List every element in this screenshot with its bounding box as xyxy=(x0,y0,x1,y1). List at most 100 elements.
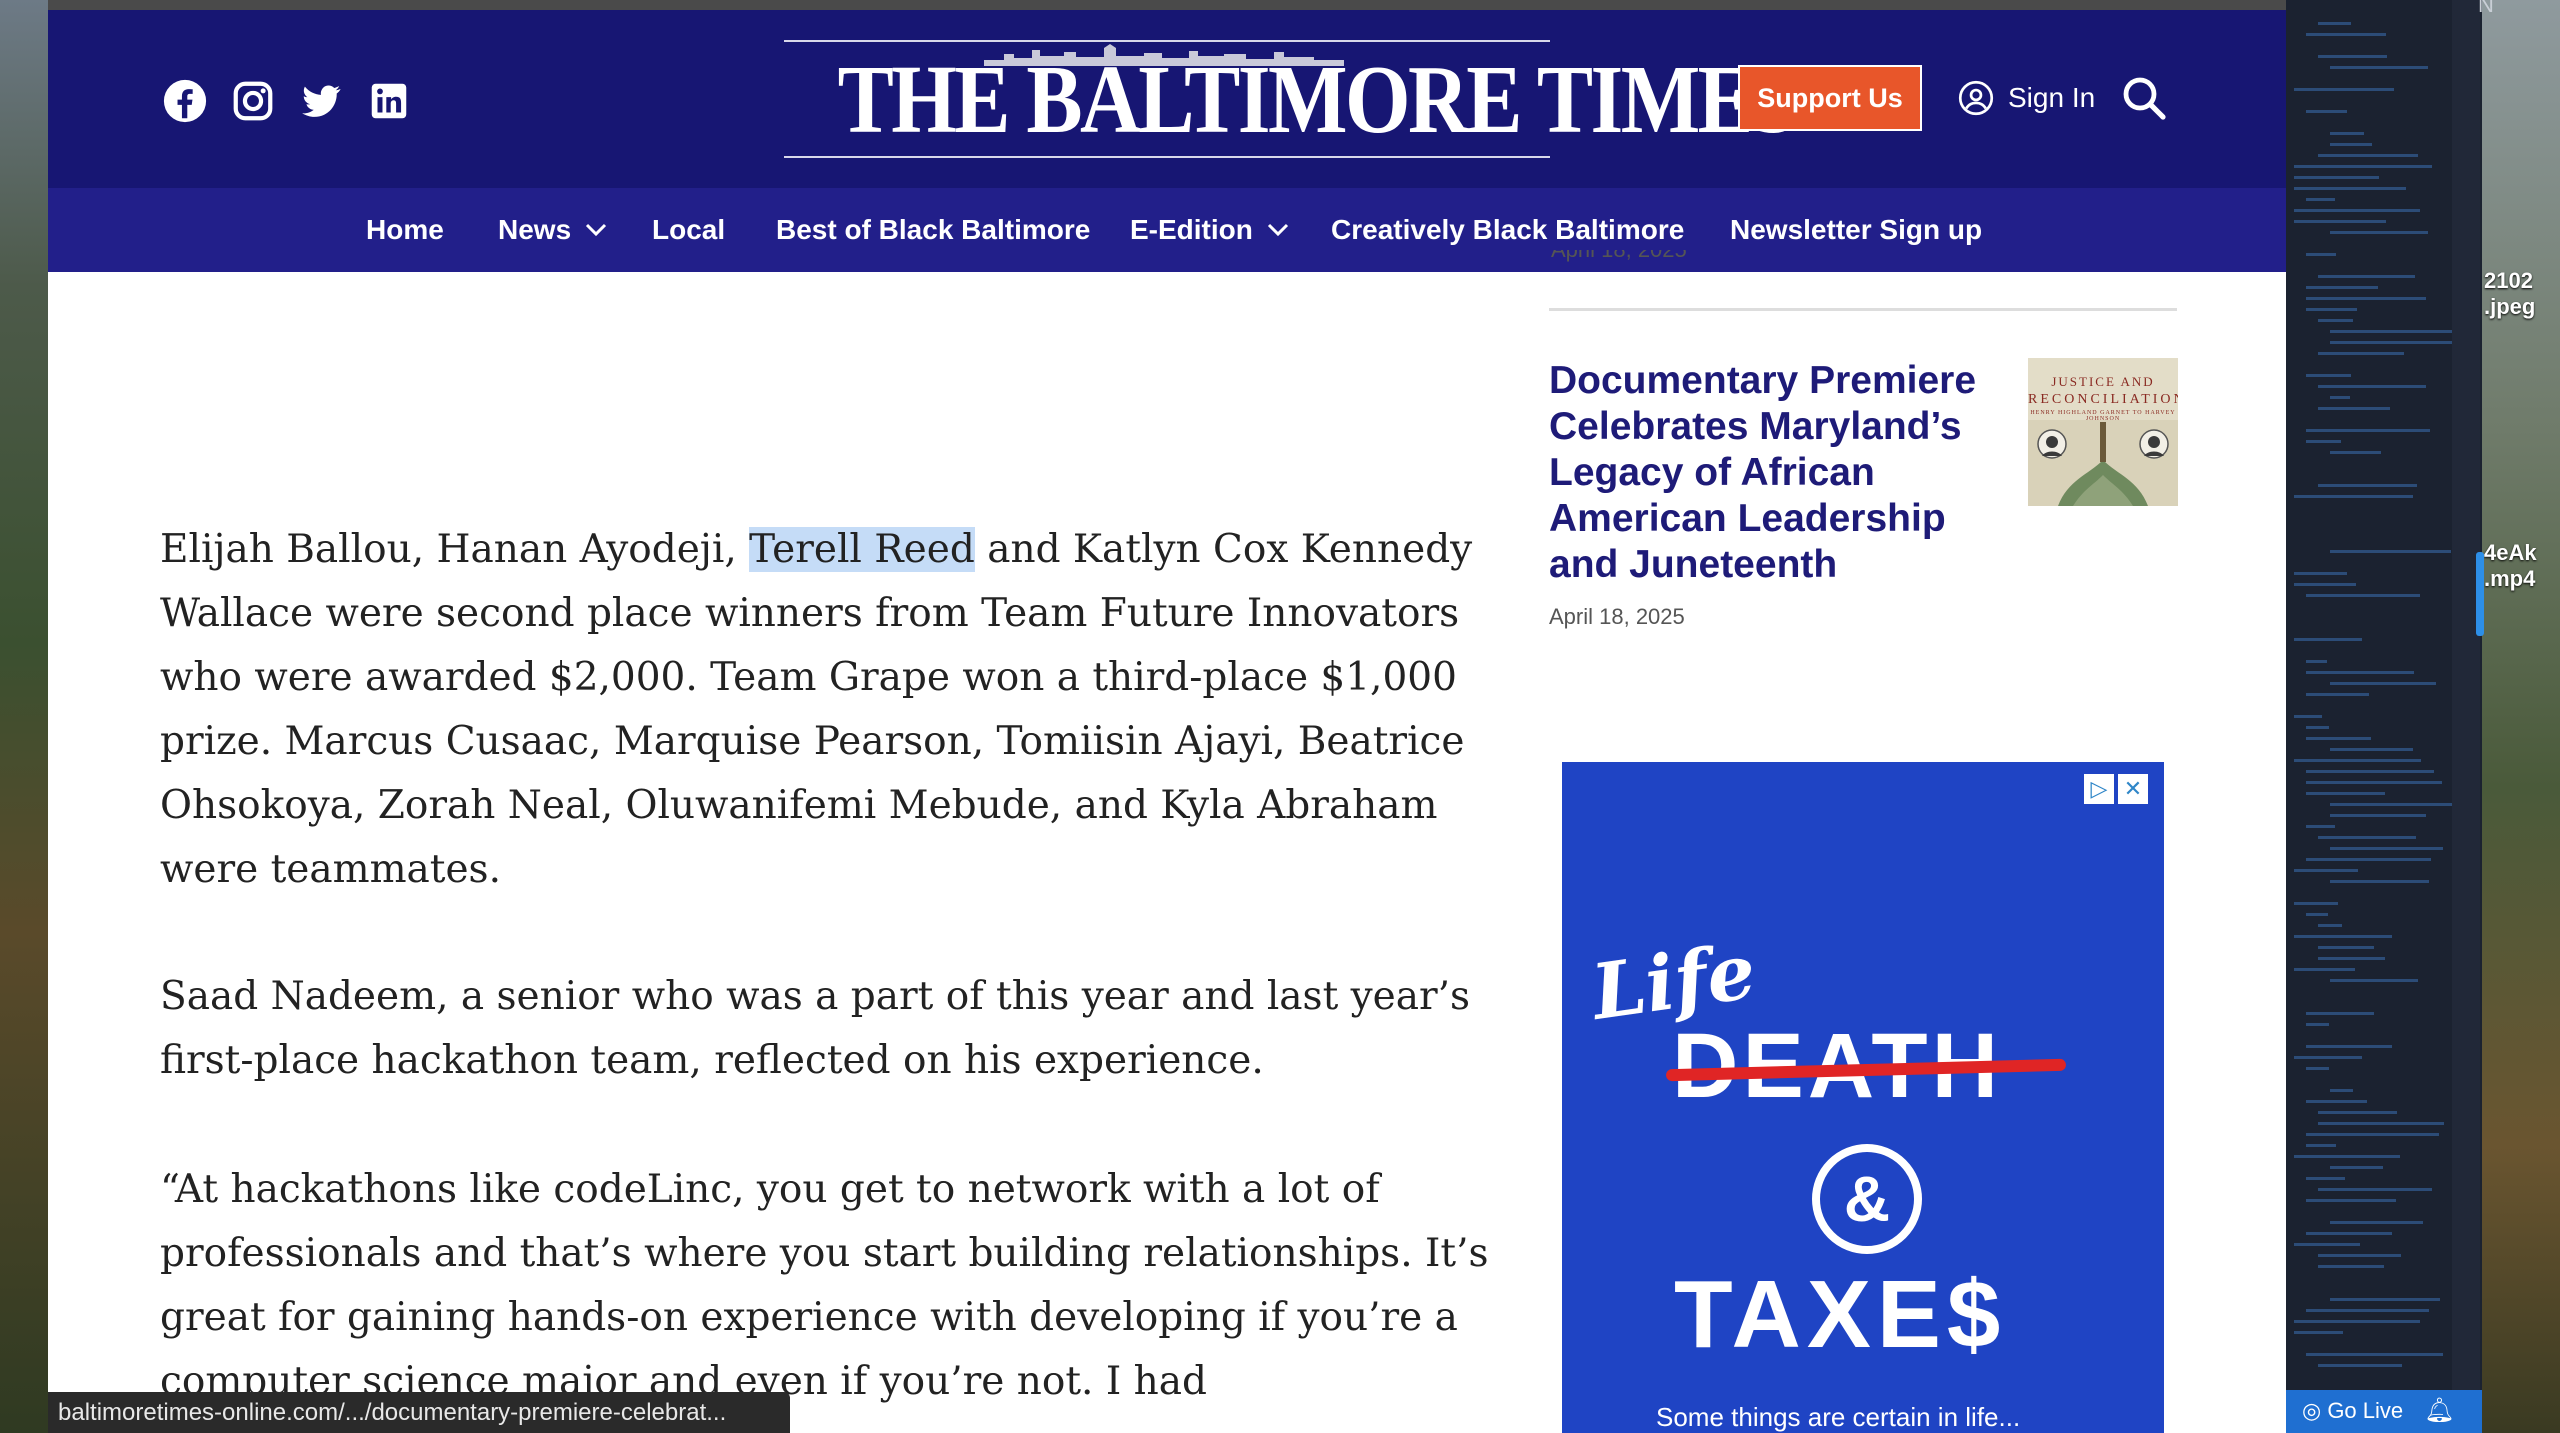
linkedin-icon[interactable] xyxy=(366,78,412,124)
editor-panel-handle[interactable] xyxy=(2476,552,2484,636)
code-line xyxy=(2318,1364,2402,1367)
ad-subline: Some things are certain in life... xyxy=(1656,1402,2021,1432)
code-line xyxy=(2306,693,2369,696)
chevron-down-icon xyxy=(586,223,607,237)
sidebar-story-thumbnail[interactable]: JUSTICE AND RECONCILIATION HENRY HIGHLAN… xyxy=(2028,358,2178,506)
sign-in-link[interactable]: Sign In xyxy=(1958,74,2095,122)
desktop-wallpaper-left xyxy=(0,0,48,1433)
nav-home-label: Home xyxy=(366,214,444,245)
code-line xyxy=(2306,1067,2329,1070)
code-line xyxy=(2294,638,2362,641)
main-navigation: Home News Local Best of Black Baltimore … xyxy=(48,188,2286,272)
code-line xyxy=(2330,1221,2423,1224)
ad-word-taxes: TAXE$ xyxy=(1674,1261,2007,1368)
code-line xyxy=(2294,759,2421,762)
search-icon[interactable] xyxy=(2120,74,2168,122)
advertisement-banner[interactable]: ▷ ✕ Life DEATH & TAXE$ Some things are c… xyxy=(1562,762,2164,1433)
logo-bottom-rule xyxy=(784,156,1550,158)
code-line xyxy=(2330,847,2443,850)
paragraph-text: Elijah Ballou, Hanan Ayodeji, xyxy=(160,527,750,572)
code-line xyxy=(2318,1265,2384,1268)
article-paragraph-saad: Saad Nadeem, a senior who was a part of … xyxy=(160,974,1471,1083)
desktop-file-jpeg-name[interactable]: 2102 .jpeg xyxy=(2484,268,2535,320)
code-line xyxy=(2294,220,2386,223)
code-line xyxy=(2294,1320,2420,1323)
link-hover-url: baltimoretimes-online.com/.../documentar… xyxy=(48,1392,790,1433)
code-line xyxy=(2306,253,2336,256)
code-line xyxy=(2294,209,2420,212)
web-page: THE BALTIMORE TIMES Support Us Sign In H… xyxy=(48,10,2286,1433)
code-line xyxy=(2306,737,2371,740)
code-line xyxy=(2294,935,2392,938)
code-line xyxy=(2318,1188,2432,1191)
nav-e-edition-label: E-Edition xyxy=(1130,214,1253,245)
code-line xyxy=(2306,1232,2392,1235)
previous-story-date: April 18, 2025 xyxy=(1551,250,1687,262)
code-line xyxy=(2318,407,2390,410)
go-live-label: Go Live xyxy=(2327,1398,2404,1423)
nav-creatively-label: Creatively Black Baltimore xyxy=(1331,214,1685,245)
desktop-file-mp4-name[interactable]: 4eAk .mp4 xyxy=(2484,540,2537,592)
nav-newsletter-sign-up[interactable]: Newsletter Sign up xyxy=(1730,188,1982,272)
code-line xyxy=(2306,308,2357,311)
code-line xyxy=(2330,330,2453,333)
editor-corner-label: N xyxy=(2478,0,2494,17)
broadcast-icon: ◎ xyxy=(2302,1398,2328,1423)
code-line xyxy=(2306,913,2328,916)
code-line xyxy=(2306,297,2426,300)
adchoices-icon[interactable]: ▷ xyxy=(2084,774,2114,804)
thumb-title-line1: JUSTICE AND xyxy=(2051,374,2155,389)
code-line xyxy=(2330,682,2436,685)
code-line xyxy=(2294,495,2413,498)
code-line xyxy=(2318,22,2351,25)
code-line xyxy=(2306,1353,2443,1356)
code-line xyxy=(2294,165,2432,168)
code-line xyxy=(2330,66,2428,69)
nav-news[interactable]: News xyxy=(498,188,607,272)
code-line xyxy=(2294,869,2358,872)
code-line xyxy=(2318,385,2426,388)
nav-local[interactable]: Local xyxy=(652,188,725,272)
ad-ampersand: & xyxy=(1812,1144,1922,1254)
code-line xyxy=(2306,858,2431,861)
sidebar-story-title-link[interactable]: Documentary Premiere Celebrates Maryland… xyxy=(1549,358,2019,588)
code-line xyxy=(2330,814,2426,817)
code-line xyxy=(2330,451,2381,454)
code-line xyxy=(2306,286,2378,289)
code-line xyxy=(2294,1155,2400,1158)
nav-best-of-black-baltimore[interactable]: Best of Black Baltimore xyxy=(776,188,1090,272)
nav-home[interactable]: Home xyxy=(366,188,444,272)
site-logo[interactable]: THE BALTIMORE TIMES xyxy=(784,40,1799,158)
thumb-title-line2: RECONCILIATION xyxy=(2028,392,2178,407)
code-line xyxy=(2306,1023,2329,1026)
logo-wordmark: THE BALTIMORE TIMES xyxy=(837,46,1799,154)
code-line xyxy=(2306,374,2351,377)
code-line xyxy=(2294,176,2379,179)
code-line xyxy=(2330,550,2451,553)
twitter-icon[interactable] xyxy=(298,78,344,124)
code-line xyxy=(2294,88,2394,91)
code-line xyxy=(2306,1144,2336,1147)
go-live-button[interactable]: ◎ Go Live xyxy=(2302,1398,2403,1424)
code-line xyxy=(2294,187,2406,190)
code-line xyxy=(2318,319,2353,322)
close-icon[interactable]: ✕ xyxy=(2118,774,2148,804)
desktop-file-mp4-line1: 4eAk xyxy=(2484,540,2537,565)
code-line xyxy=(2330,803,2459,806)
code-line xyxy=(2294,1331,2343,1334)
nav-e-edition[interactable]: E-Edition xyxy=(1130,188,1289,272)
bell-icon[interactable]: 🔔︎ xyxy=(2424,1396,2454,1425)
editor-scrollbar[interactable] xyxy=(2452,0,2480,1395)
facebook-icon[interactable] xyxy=(162,78,208,124)
code-line xyxy=(2330,341,2453,344)
site-header: THE BALTIMORE TIMES Support Us Sign In xyxy=(48,10,2286,188)
support-us-button[interactable]: Support Us xyxy=(1738,65,1922,131)
instagram-icon[interactable] xyxy=(230,78,276,124)
nav-news-label: News xyxy=(498,214,572,245)
code-line xyxy=(2306,781,2442,784)
code-line xyxy=(2294,1056,2362,1059)
code-line xyxy=(2318,924,2342,927)
code-line xyxy=(2294,968,2355,971)
code-line xyxy=(2306,440,2341,443)
selected-text[interactable]: Terell Reed xyxy=(749,527,975,572)
